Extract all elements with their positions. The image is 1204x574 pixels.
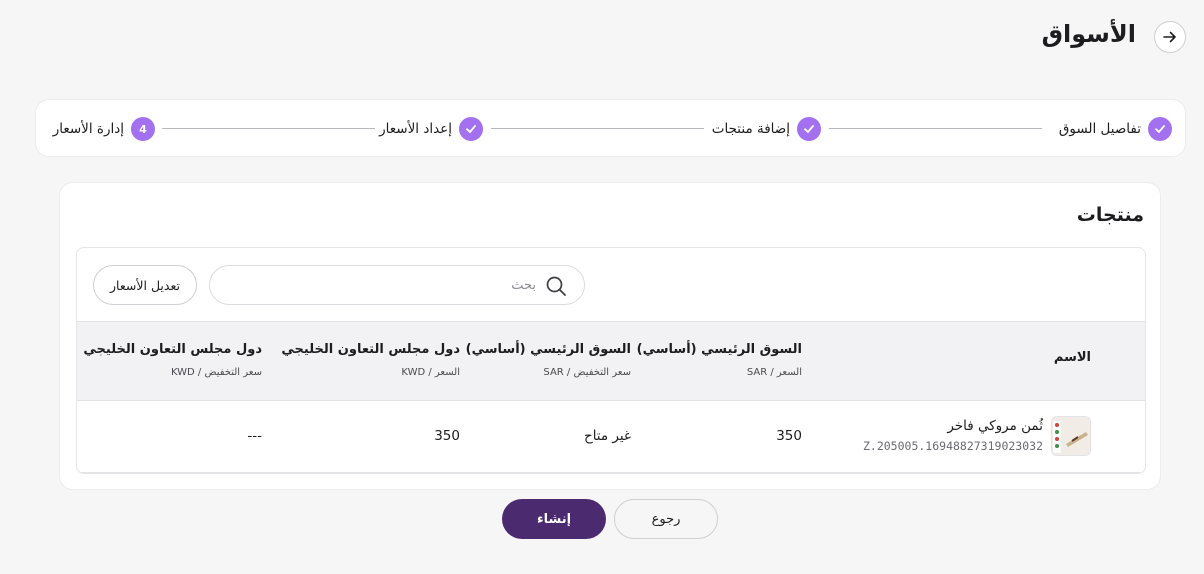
- step-number-badge: 4: [131, 117, 155, 141]
- step-connector: [829, 128, 1042, 129]
- search-input[interactable]: [236, 266, 536, 304]
- step-connector: [491, 128, 704, 129]
- column-title: دول مجلس التعاون الخليجي: [83, 342, 262, 357]
- product-name[interactable]: ثُمن مروكي فاخر: [947, 418, 1043, 434]
- search-icon: [546, 276, 566, 296]
- column-title: دول مجلس التعاون الخليجي: [281, 342, 460, 357]
- step-label: إضافة منتجات: [711, 121, 790, 137]
- cell-gcc-price: 350: [434, 428, 460, 444]
- table-header: الاسم السوق الرئيسي (أساسي) السعر / SAR …: [77, 321, 1145, 401]
- edit-prices-button[interactable]: تعديل الأسعار: [93, 265, 197, 305]
- step-label: إدارة الأسعار: [52, 121, 124, 137]
- column-subtitle: سعر التخفيض / KWD: [170, 367, 262, 378]
- cell-main-discount: غير متاح: [583, 428, 631, 444]
- column-title: السوق الرئيسي (أساسي): [636, 342, 802, 357]
- search-box: [209, 265, 585, 305]
- check-icon: [459, 117, 483, 141]
- column-subtitle: سعر التخفيض / SAR: [543, 367, 631, 378]
- check-icon: [1148, 117, 1172, 141]
- products-card: منتجات تعديل الأسعار الاسم السوق الرئيسي…: [59, 182, 1161, 490]
- arrow-right-icon: [1163, 31, 1176, 43]
- progress-stepper: تفاصيل السوق إضافة منتجات إعداد الأسعار …: [35, 99, 1186, 157]
- page-title: الأسواق: [1041, 20, 1136, 48]
- product-sku: Z.205005.16948827319023032: [862, 439, 1043, 453]
- section-title: منتجات: [1076, 204, 1144, 226]
- column-title: السوق الرئيسي (أساسي): [465, 342, 631, 357]
- products-table-panel: تعديل الأسعار الاسم السوق الرئيسي (أساسي…: [76, 247, 1146, 474]
- product-thumbnail: [1051, 416, 1091, 456]
- step-price-management[interactable]: 4 إدارة الأسعار: [53, 100, 155, 158]
- cell-main-price: 350: [776, 428, 802, 444]
- step-label: إعداد الأسعار: [379, 121, 452, 137]
- column-title: الاسم: [1053, 350, 1091, 365]
- step-add-products[interactable]: إضافة منتجات: [712, 100, 821, 158]
- step-price-setup[interactable]: إعداد الأسعار: [379, 100, 483, 158]
- back-step-button[interactable]: رجوع: [614, 499, 718, 539]
- column-subtitle: السعر / SAR: [746, 367, 802, 378]
- step-connector: [162, 128, 375, 129]
- table-row[interactable]: ثُمن مروكي فاخر Z.205005.169488273190230…: [77, 401, 1145, 473]
- column-subtitle: السعر / KWD: [401, 367, 460, 378]
- back-button[interactable]: [1154, 21, 1186, 53]
- step-market-details[interactable]: تفاصيل السوق: [1059, 100, 1172, 158]
- step-label: تفاصيل السوق: [1058, 121, 1141, 137]
- cell-gcc-discount: ---: [247, 428, 262, 444]
- create-button[interactable]: إنشاء: [502, 499, 606, 539]
- check-icon: [797, 117, 821, 141]
